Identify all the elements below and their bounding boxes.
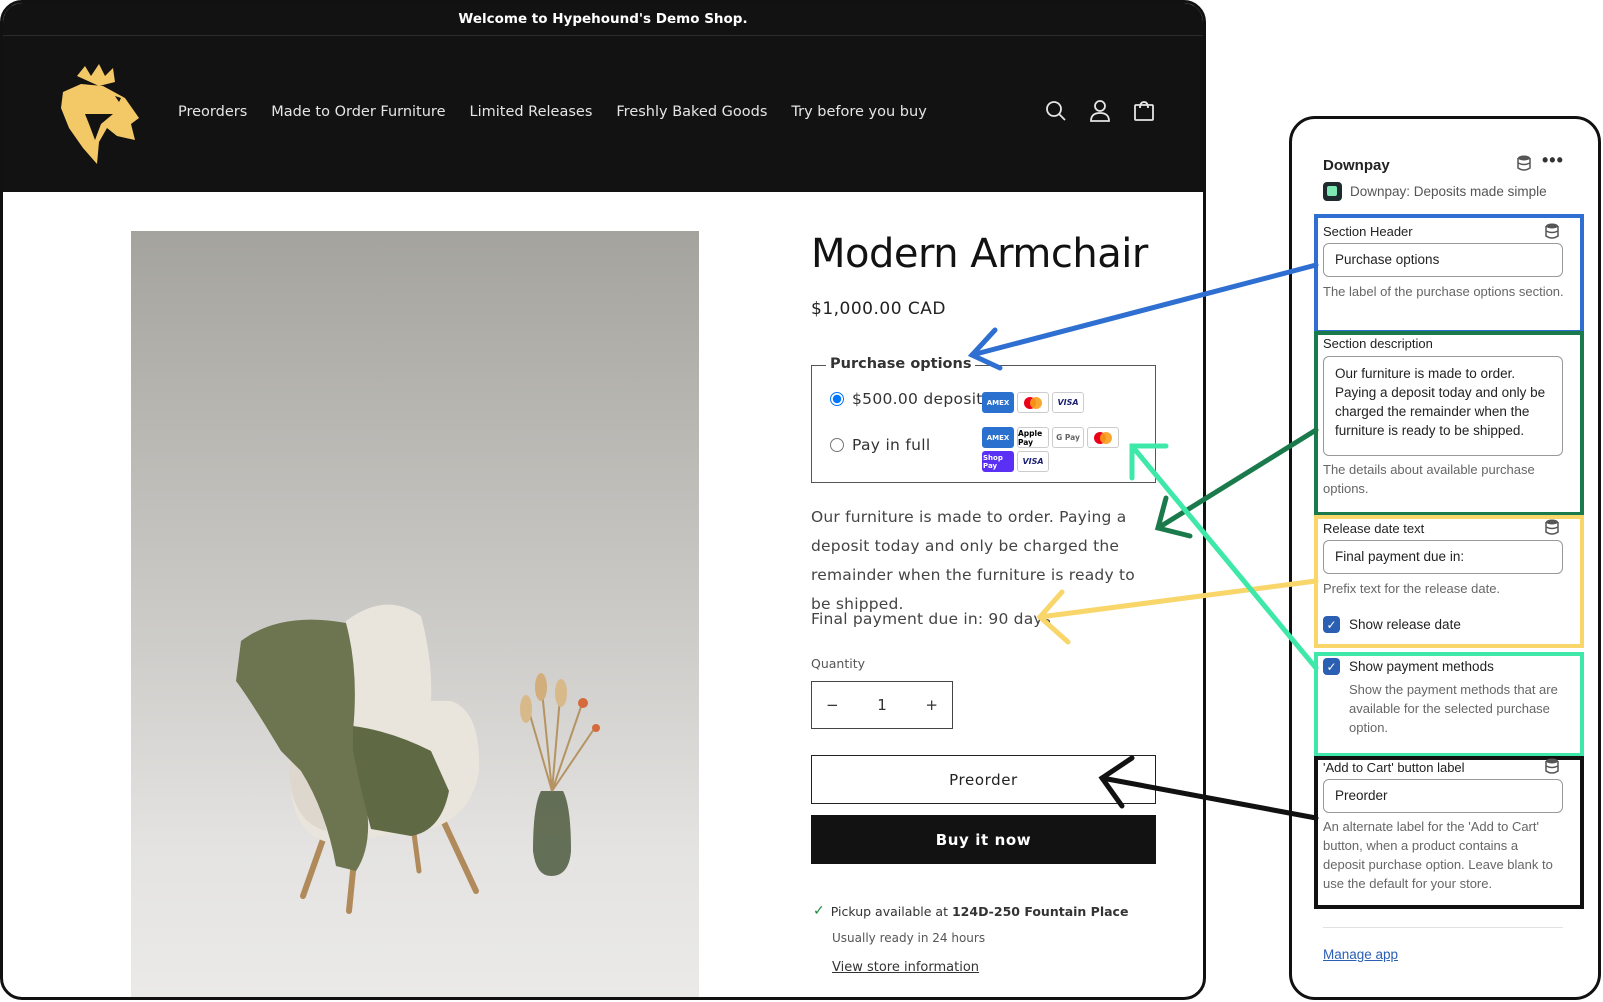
section-header-input[interactable]: Purchase options bbox=[1323, 243, 1563, 277]
more-icon[interactable]: ••• bbox=[1542, 150, 1564, 171]
hypehound-logo[interactable] bbox=[55, 62, 145, 166]
storefront-window: Welcome to Hypehound's Demo Shop. Preord… bbox=[0, 0, 1206, 1000]
pickup-availability: ✓ Pickup available at 124D-250 Fountain … bbox=[813, 903, 1128, 919]
purchase-options-fieldset: Purchase options $500.00 deposit AMEX VI… bbox=[811, 356, 1156, 483]
product-price: $1,000.00 CAD bbox=[811, 299, 947, 319]
purchase-options-legend: Purchase options bbox=[826, 356, 976, 372]
cart-label-input[interactable]: Preorder bbox=[1323, 779, 1563, 813]
checkmark-icon: ✓ bbox=[813, 903, 825, 919]
checkbox-checked-icon[interactable]: ✓ bbox=[1323, 658, 1340, 675]
buy-it-now-button[interactable]: Buy it now bbox=[811, 815, 1156, 864]
visa-icon: VISA bbox=[1017, 451, 1049, 472]
database-icon[interactable] bbox=[1545, 519, 1559, 535]
downpay-app-icon bbox=[1323, 182, 1342, 201]
section-header-label: Section Header bbox=[1323, 224, 1413, 239]
preorder-button[interactable]: Preorder bbox=[811, 755, 1156, 804]
cart-icon[interactable] bbox=[1133, 98, 1155, 124]
google-pay-icon: G Pay bbox=[1052, 427, 1084, 448]
header-icons bbox=[1045, 98, 1155, 124]
section-header-help: The label of the purchase options sectio… bbox=[1323, 284, 1564, 299]
account-icon[interactable] bbox=[1089, 98, 1111, 124]
database-icon[interactable] bbox=[1545, 223, 1559, 239]
quantity-value[interactable]: 1 bbox=[877, 696, 887, 714]
section-description-help: The details about available purchase opt… bbox=[1323, 462, 1535, 496]
show-payment-methods-label: Show payment methods bbox=[1349, 659, 1494, 674]
announcement-bar: Welcome to Hypehound's Demo Shop. bbox=[3, 3, 1203, 36]
nav-item-try-before-you-buy[interactable]: Try before you buy bbox=[791, 104, 926, 120]
release-date-input[interactable]: Final payment due in: bbox=[1323, 540, 1563, 574]
search-icon[interactable] bbox=[1045, 98, 1067, 124]
decrement-button[interactable]: − bbox=[826, 696, 839, 714]
app-name: Downpay: Deposits made simple bbox=[1350, 184, 1547, 199]
show-release-date-checkbox[interactable]: ✓ Show release date bbox=[1323, 616, 1461, 633]
app-badge: Downpay: Deposits made simple bbox=[1323, 182, 1547, 201]
view-store-information-link[interactable]: View store information bbox=[832, 960, 979, 975]
purchase-description: Our furniture is made to order. Paying a… bbox=[811, 508, 1135, 613]
apple-pay-icon: Apple Pay bbox=[1017, 427, 1049, 448]
site-header: Preorders Made to Order Furniture Limite… bbox=[3, 36, 1203, 192]
divider bbox=[1323, 927, 1563, 928]
option-deposit[interactable]: $500.00 deposit bbox=[830, 390, 983, 408]
app-settings-panel: Downpay ••• Downpay: Deposits made simpl… bbox=[1289, 116, 1601, 1000]
mastercard-icon bbox=[1017, 392, 1049, 413]
shop-pay-icon: Shop Pay bbox=[982, 451, 1014, 472]
release-date-help: Prefix text for the release date. bbox=[1323, 581, 1501, 596]
mastercard-icon bbox=[1087, 427, 1119, 448]
show-payment-methods-checkbox[interactable]: ✓ Show payment methods bbox=[1323, 658, 1494, 675]
nav-item-preorders[interactable]: Preorders bbox=[178, 104, 247, 120]
release-date-text: Final payment due in: 90 days bbox=[811, 610, 1052, 628]
nav-item-freshly-baked-goods[interactable]: Freshly Baked Goods bbox=[616, 104, 767, 120]
nav-item-limited-releases[interactable]: Limited Releases bbox=[470, 104, 593, 120]
pickup-location: 124D-250 Fountain Place bbox=[951, 903, 1129, 919]
show-release-date-label: Show release date bbox=[1349, 617, 1461, 632]
deposit-radio[interactable] bbox=[830, 392, 844, 406]
quantity-stepper: − 1 + bbox=[811, 681, 953, 729]
full-payment-methods: AMEX Apple Pay G Pay Shop Pay VISA bbox=[982, 427, 1122, 472]
increment-button[interactable]: + bbox=[925, 696, 938, 714]
manage-app-link[interactable]: Manage app bbox=[1323, 947, 1398, 962]
option-pay-in-full[interactable]: Pay in full bbox=[830, 436, 931, 454]
main-nav: Preorders Made to Order Furniture Limite… bbox=[178, 104, 951, 120]
option-pay-in-full-label: Pay in full bbox=[852, 436, 931, 454]
product-info: Modern Armchair $1,000.00 CAD bbox=[811, 231, 1156, 319]
checkbox-checked-icon[interactable]: ✓ bbox=[1323, 616, 1340, 633]
pay-in-full-radio[interactable] bbox=[830, 438, 844, 452]
pickup-ready-time: Usually ready in 24 hours bbox=[832, 931, 986, 945]
cart-label-help: An alternate label for the 'Add to Cart'… bbox=[1323, 819, 1553, 891]
payment-methods-help: Show the payment methods that are availa… bbox=[1349, 682, 1558, 735]
product-title: Modern Armchair bbox=[811, 231, 1148, 277]
quantity-label: Quantity bbox=[811, 656, 866, 671]
cart-label-label: 'Add to Cart' button label bbox=[1323, 760, 1465, 775]
amex-icon: AMEX bbox=[982, 427, 1014, 448]
database-icon[interactable] bbox=[1517, 155, 1531, 171]
nav-item-made-to-order-furniture[interactable]: Made to Order Furniture bbox=[271, 104, 445, 120]
amex-icon: AMEX bbox=[982, 392, 1014, 413]
pickup-prefix: Pickup available at bbox=[830, 903, 948, 919]
panel-title: Downpay bbox=[1323, 157, 1390, 174]
product-image bbox=[131, 231, 699, 997]
visa-icon: VISA bbox=[1052, 392, 1084, 413]
deposit-payment-methods: AMEX VISA bbox=[982, 392, 1084, 413]
section-description-textarea[interactable]: Our furniture is made to order. Paying a… bbox=[1323, 356, 1563, 456]
section-description-label: Section description bbox=[1323, 336, 1433, 351]
option-deposit-label: $500.00 deposit bbox=[852, 390, 983, 408]
release-date-label: Release date text bbox=[1323, 521, 1425, 536]
database-icon[interactable] bbox=[1545, 758, 1559, 774]
